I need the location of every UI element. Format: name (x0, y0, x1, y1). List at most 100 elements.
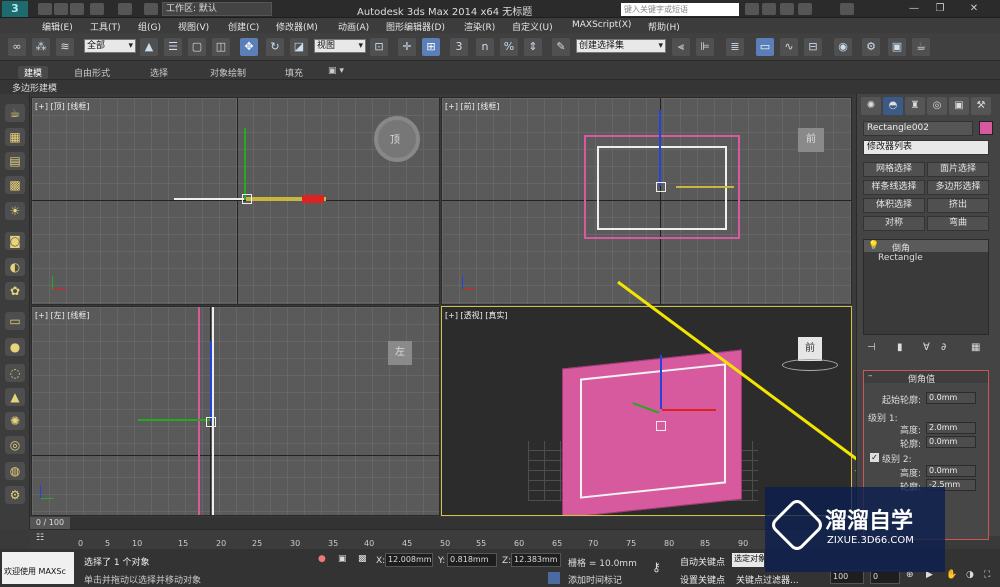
z-axis-gizmo[interactable] (660, 355, 662, 409)
communication-center-icon[interactable] (762, 3, 776, 15)
remove-modifier-icon[interactable]: ∂ (941, 342, 946, 353)
scene-explorer-icon[interactable]: ▤ (5, 152, 25, 170)
level1-outline-spinner[interactable]: 0.0mm (926, 436, 976, 448)
render-icon[interactable]: ⚙ (5, 486, 25, 504)
menu-modifiers[interactable]: 修改器(M) (276, 20, 318, 33)
grid-icon[interactable]: ▩ (5, 176, 25, 194)
select-and-move-icon[interactable]: ✥ (240, 38, 258, 56)
level2-checkbox[interactable]: ✓ (870, 453, 879, 462)
viewport-label[interactable]: [+] [左] [线框] (35, 310, 90, 321)
select-by-name-icon[interactable]: ☰ (164, 38, 182, 56)
keyboard-shortcut-override-icon[interactable]: ⊞ (422, 38, 440, 56)
tab-freeform[interactable]: 自由形式 (74, 66, 110, 79)
y-coordinate-field[interactable]: 0.818mm (447, 553, 497, 567)
display-tab-icon[interactable]: ▣ (949, 97, 969, 115)
current-frame-field[interactable]: 100 (830, 570, 864, 584)
reference-coordinate-dropdown[interactable]: 视图 (314, 39, 366, 53)
rectangular-selection-icon[interactable]: ▢ (188, 38, 206, 56)
project-folder-icon[interactable] (144, 3, 158, 15)
track-bar[interactable]: ☷ 0 5 10 15 20 25 30 35 40 45 50 55 60 6… (30, 529, 856, 549)
render-production-icon[interactable]: ☕ (912, 38, 930, 56)
viewport-label[interactable]: [+] [顶] [线框] (35, 101, 90, 112)
link-icon[interactable]: ∞ (8, 38, 26, 56)
level2-height-spinner[interactable]: 0.0mm (926, 465, 976, 477)
create-tab-icon[interactable]: ✺ (861, 97, 881, 115)
menu-maxscript[interactable]: MAXScript(X) (572, 20, 631, 30)
bevel-object-side[interactable] (198, 307, 200, 515)
camera-icon[interactable]: ◙ (5, 232, 25, 250)
menu-graph-editors[interactable]: 图形编辑器(D) (386, 20, 445, 33)
object-color-swatch[interactable] (979, 121, 993, 135)
mirror-icon[interactable]: ⫷ (672, 38, 690, 56)
curve-editor-icon[interactable]: ∿ (780, 38, 798, 56)
time-slider[interactable]: 0 / 100 (30, 517, 856, 529)
utilities-tab-icon[interactable]: ⚒ (971, 97, 991, 115)
make-unique-icon[interactable]: ∀ (923, 342, 930, 353)
select-object-icon[interactable]: ▲ (140, 38, 158, 56)
menu-tools[interactable]: 工具(T) (90, 20, 121, 33)
auto-key-button[interactable]: 自动关键点 (680, 555, 725, 568)
select-and-scale-icon[interactable]: ◪ (290, 38, 308, 56)
new-file-icon[interactable] (38, 3, 52, 15)
menu-create[interactable]: 创建(C) (228, 20, 259, 33)
schematic-view-icon[interactable]: ⊟ (804, 38, 822, 56)
material-editor-icon[interactable]: ◉ (834, 38, 852, 56)
orbit-icon[interactable]: ◑ (966, 570, 974, 580)
cylinder-icon[interactable]: ◌ (5, 364, 25, 382)
select-and-rotate-icon[interactable]: ↻ (266, 38, 284, 56)
modify-tab-icon[interactable]: ◓ (883, 97, 903, 115)
y-axis-gizmo[interactable] (138, 419, 210, 421)
pivot-center-icon[interactable]: ⊡ (370, 38, 388, 56)
mesh-select-button[interactable]: 网格选择 (863, 162, 925, 177)
tab-object-paint[interactable]: 对象绘制 (210, 66, 246, 79)
z-axis-gizmo[interactable] (659, 110, 661, 186)
x-axis-gizmo[interactable] (662, 409, 716, 411)
maxscript-listener[interactable]: 欢迎使用 MAXSc (2, 552, 74, 584)
unlink-icon[interactable]: ⁂ (32, 38, 50, 56)
graphite-toolbar-icon[interactable]: ▭ (756, 38, 774, 56)
pin-stack-icon[interactable]: ⊣ (867, 342, 876, 353)
help-icon[interactable] (840, 3, 854, 15)
patch-select-button[interactable]: 面片选择 (927, 162, 989, 177)
light-bulb-icon[interactable]: ☀ (5, 202, 25, 220)
tab-populate[interactable]: 填充 (285, 66, 303, 79)
material-icon[interactable]: ◍ (5, 462, 25, 480)
cone-icon[interactable]: ▲ (5, 388, 25, 406)
key-set-dropdown[interactable]: 选定对象 (732, 553, 764, 567)
spinner-snap-icon[interactable]: ⇕ (524, 38, 542, 56)
render-setup-icon[interactable]: ⚙ (862, 38, 880, 56)
helper-icon[interactable]: ◐ (5, 258, 25, 276)
save-file-icon[interactable] (70, 3, 84, 15)
sign-in-icon[interactable] (798, 3, 812, 15)
menu-edit[interactable]: 编辑(E) (42, 20, 73, 33)
open-file-icon[interactable] (54, 3, 68, 15)
viewcube-front[interactable]: 前 (798, 128, 824, 152)
undo-icon[interactable] (90, 3, 104, 15)
viewcube-left[interactable]: 左 (388, 341, 412, 365)
viewport-label[interactable]: [+] [透视] [真实] (445, 310, 508, 321)
named-selection-dropdown[interactable]: 创建选择集 (576, 39, 666, 53)
bend-button[interactable]: 弯曲 (927, 216, 989, 231)
box-icon[interactable]: ▦ (5, 128, 25, 146)
viewcube-perspective[interactable]: 前 (798, 337, 822, 361)
window-crossing-icon[interactable]: ◫ (212, 38, 230, 56)
time-slider-thumb[interactable]: 0 / 100 (30, 517, 70, 529)
poly-select-button[interactable]: 多边形选择 (927, 180, 989, 195)
time-tag-icon[interactable] (548, 572, 560, 584)
selection-box[interactable] (580, 363, 726, 499)
workspace-dropdown[interactable]: 工作区: 默认 (162, 2, 272, 16)
z-axis-gizmo[interactable] (210, 341, 212, 421)
tab-selection[interactable]: 选择 (150, 66, 168, 79)
pan-hand-icon[interactable]: ✋ (946, 570, 957, 580)
motion-tab-icon[interactable]: ◎ (927, 97, 947, 115)
menu-help[interactable]: 帮助(H) (648, 20, 680, 33)
percent-snap-icon[interactable]: % (500, 38, 518, 56)
rectangle-side[interactable] (212, 307, 214, 515)
redo-icon[interactable] (118, 3, 132, 15)
object-name-field[interactable]: Rectangle002 (863, 121, 973, 136)
show-end-result-icon[interactable]: ▮ (897, 342, 903, 353)
set-key-button[interactable]: 设置关键点 (680, 573, 725, 586)
tab-modeling[interactable]: 建模 (18, 66, 49, 79)
rendered-frame-window-icon[interactable]: ▣ (888, 38, 906, 56)
isolate-selection-icon[interactable]: ● (318, 554, 326, 564)
